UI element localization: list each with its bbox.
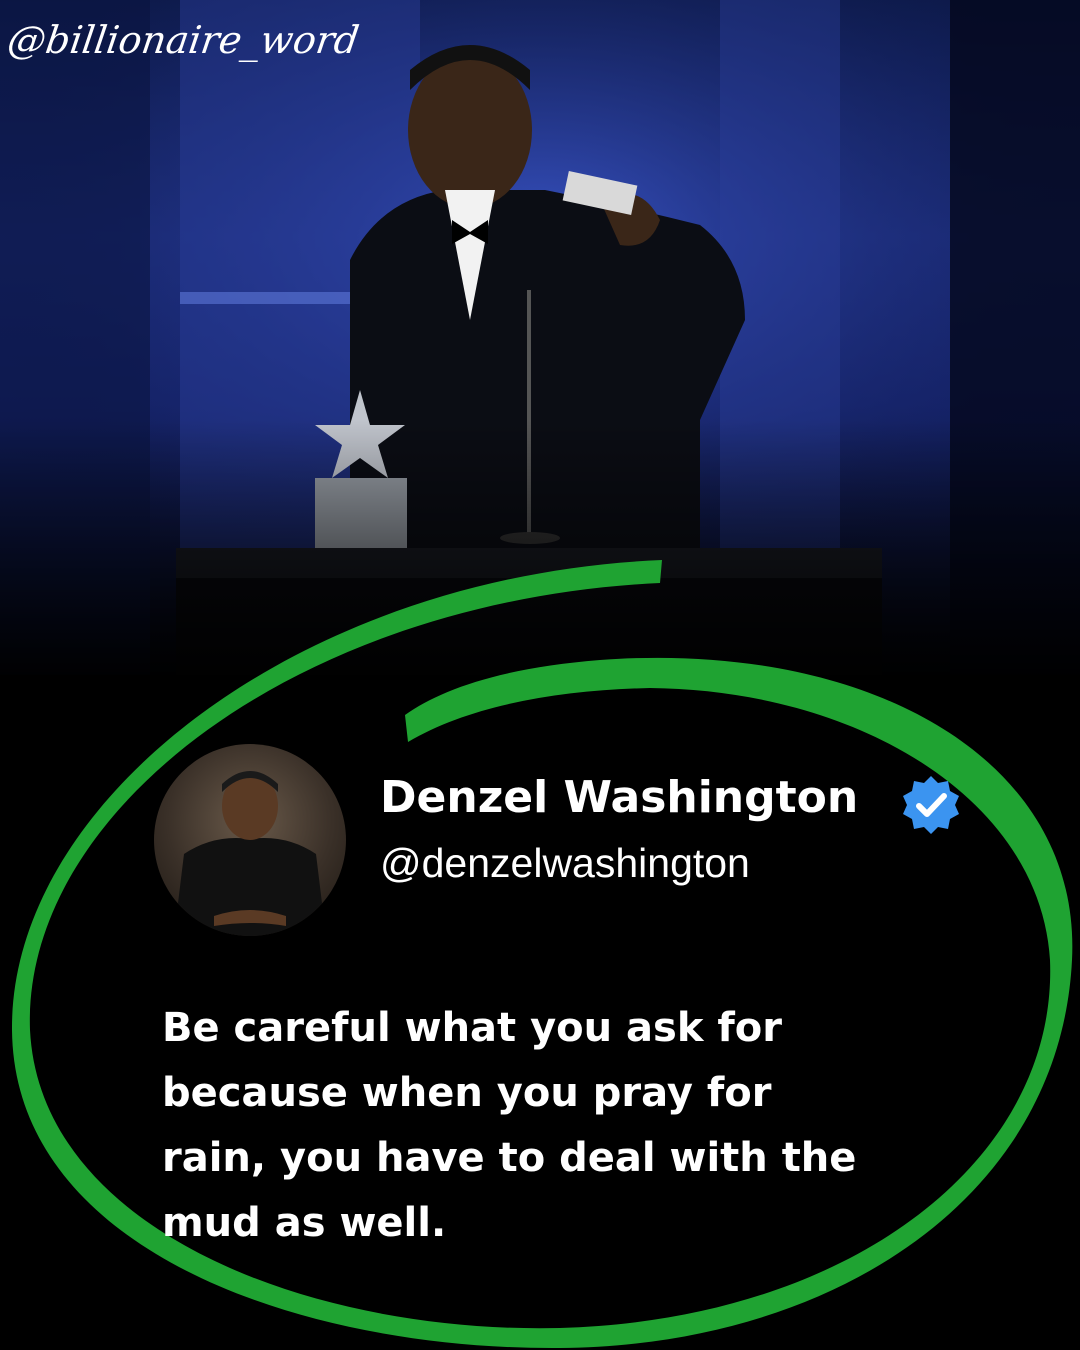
post-canvas: @billionaire_word Denzel Washington @den… xyxy=(0,0,1080,1350)
profile-avatar xyxy=(154,744,346,936)
quote-text: Be careful what you ask for because when… xyxy=(162,1005,857,1246)
profile-handle: @denzelwashington xyxy=(380,840,750,886)
verified-badge-icon xyxy=(903,776,959,834)
avatar-portrait xyxy=(174,771,326,936)
stage-photo-illustration xyxy=(0,0,1080,675)
watermark: @billionaire_word xyxy=(4,18,362,62)
profile-name: Denzel Washington xyxy=(380,772,859,823)
stage-photo: @billionaire_word xyxy=(0,0,1080,675)
